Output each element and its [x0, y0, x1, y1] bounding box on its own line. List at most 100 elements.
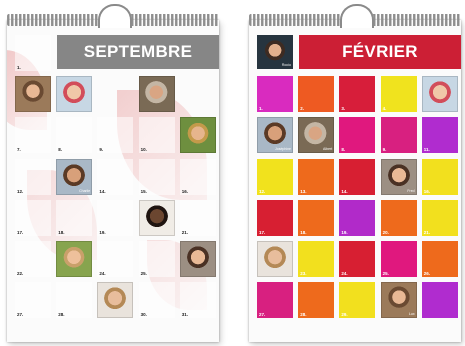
photo-caption: Rocío: [281, 63, 291, 67]
day-cell: 27.: [257, 282, 293, 319]
photo-day-cell: [179, 117, 216, 154]
day-cell: 19.: [97, 199, 134, 236]
day-number: 28.: [300, 312, 307, 318]
day-cell: 28.: [56, 282, 93, 319]
photo-day-cell: Joséphine: [257, 117, 293, 154]
day-cell: [421, 282, 458, 319]
day-number: 8.: [58, 147, 62, 153]
day-number: 27.: [259, 312, 266, 318]
photo-caption: Albert: [323, 147, 333, 152]
day-number: 22.: [17, 271, 24, 276]
hanger-loop: [98, 4, 132, 28]
day-number: 3.: [341, 106, 346, 112]
day-number: 10.: [140, 147, 147, 153]
day-cell: 8.: [56, 117, 93, 154]
day-number: 16.: [181, 188, 189, 194]
day-cell: 22.: [15, 241, 51, 277]
day-cell: 3.: [339, 76, 376, 113]
photo-day-cell: [56, 241, 93, 277]
day-number: 29.: [341, 312, 348, 318]
day-cell: 16.: [179, 158, 216, 195]
day-number: 18.: [58, 229, 65, 235]
day-number: 21.: [423, 229, 431, 235]
photo-day-cell: [421, 76, 458, 113]
day-photo: [97, 282, 134, 319]
day-cell: 28.: [298, 282, 335, 319]
photo-caption: Lux: [408, 312, 415, 317]
day-photo: [15, 76, 51, 113]
day-cell: 14.: [97, 158, 134, 195]
day-number: 11.: [423, 147, 430, 153]
photo-day-cell: [56, 76, 93, 113]
day-photo: [56, 241, 93, 277]
day-number: 24.: [99, 271, 106, 276]
calendar-september: SEPTEMBRE 1. 7. 8. 9. 10. 12. Charlie 14. 15. 16.…: [7, 20, 219, 342]
month-title: FÉVRIER: [342, 42, 418, 61]
day-number: 20.: [382, 229, 389, 235]
photo-day-cell: [15, 76, 51, 113]
photo-caption: Joséphine: [275, 147, 291, 152]
photo-day-cell: Albert: [298, 117, 335, 154]
day-number: 17.: [17, 229, 24, 235]
day-number: 18.: [300, 229, 307, 235]
day-cell: 15.: [138, 158, 175, 195]
day-cell: 18.: [56, 199, 93, 236]
photo-caption: Fred: [407, 188, 415, 193]
day-cell: 14.: [339, 158, 376, 195]
day-photo: [421, 76, 458, 113]
day-photo: [179, 241, 216, 277]
hanger-loop: [340, 4, 374, 28]
day-cell: 24.: [97, 241, 134, 277]
day-number: 30.: [140, 312, 147, 318]
photo-caption: Charlie: [79, 188, 91, 193]
day-cell: 10.: [138, 117, 175, 154]
day-number: 24.: [341, 271, 348, 276]
day-number: 1.: [259, 106, 263, 112]
calendar-february: Rocío FÉVRIER 1. 2. 3. 4. Joséphine Albert 8. 9…: [249, 20, 461, 342]
day-cell: 19.: [339, 199, 376, 236]
day-cell: 18.: [298, 199, 335, 236]
day-number: 12.: [17, 188, 24, 194]
day-cell: 2.: [298, 76, 335, 113]
day-number: 31.: [181, 312, 189, 318]
day-photo: [257, 241, 293, 277]
photo-day-cell: [138, 76, 175, 113]
day-cell: 12.: [257, 158, 293, 195]
day-number: 26.: [423, 271, 431, 276]
day-photo: Joséphine: [257, 117, 293, 154]
day-cell: 16.: [421, 158, 458, 195]
day-photo: [138, 199, 175, 236]
photo-day-cell: Lux: [380, 282, 417, 319]
day-cell: 24.: [339, 241, 376, 277]
day-cell: 13.: [298, 158, 335, 195]
day-cell: 20.: [380, 199, 417, 236]
day-number: 9.: [99, 147, 104, 153]
day-cell: 11.: [421, 117, 458, 154]
day-cell: 30.: [138, 282, 175, 319]
day-cell: 21.: [421, 199, 458, 236]
day-photo: [56, 76, 93, 113]
month-header: SEPTEMBRE: [57, 35, 219, 69]
day-number: 23.: [300, 271, 307, 276]
day-number: 19.: [99, 229, 106, 235]
day-cell: 27.: [15, 282, 51, 319]
day-number: 8.: [341, 147, 346, 153]
day-cell: 1.: [257, 76, 293, 113]
day-cell: 12.: [15, 158, 51, 195]
day-photo: [179, 117, 216, 154]
day-cell: 25.: [380, 241, 417, 277]
day-cell: 1.: [15, 35, 51, 71]
day-cell: 23.: [298, 241, 335, 277]
day-photo: Lux: [380, 282, 417, 319]
photo-day-cell: Fred: [380, 158, 417, 195]
day-cell: 29.: [339, 282, 376, 319]
day-number: 25.: [382, 271, 389, 276]
day-cell: 21.: [179, 199, 216, 236]
day-cell: 7.: [15, 117, 51, 154]
day-photo: Albert: [298, 117, 335, 154]
photo-day-cell: [257, 241, 293, 277]
day-cell: 4.: [380, 76, 417, 113]
day-number: 25.: [140, 271, 147, 276]
day-photo: Fred: [380, 158, 417, 195]
day-number: 14.: [99, 188, 106, 194]
